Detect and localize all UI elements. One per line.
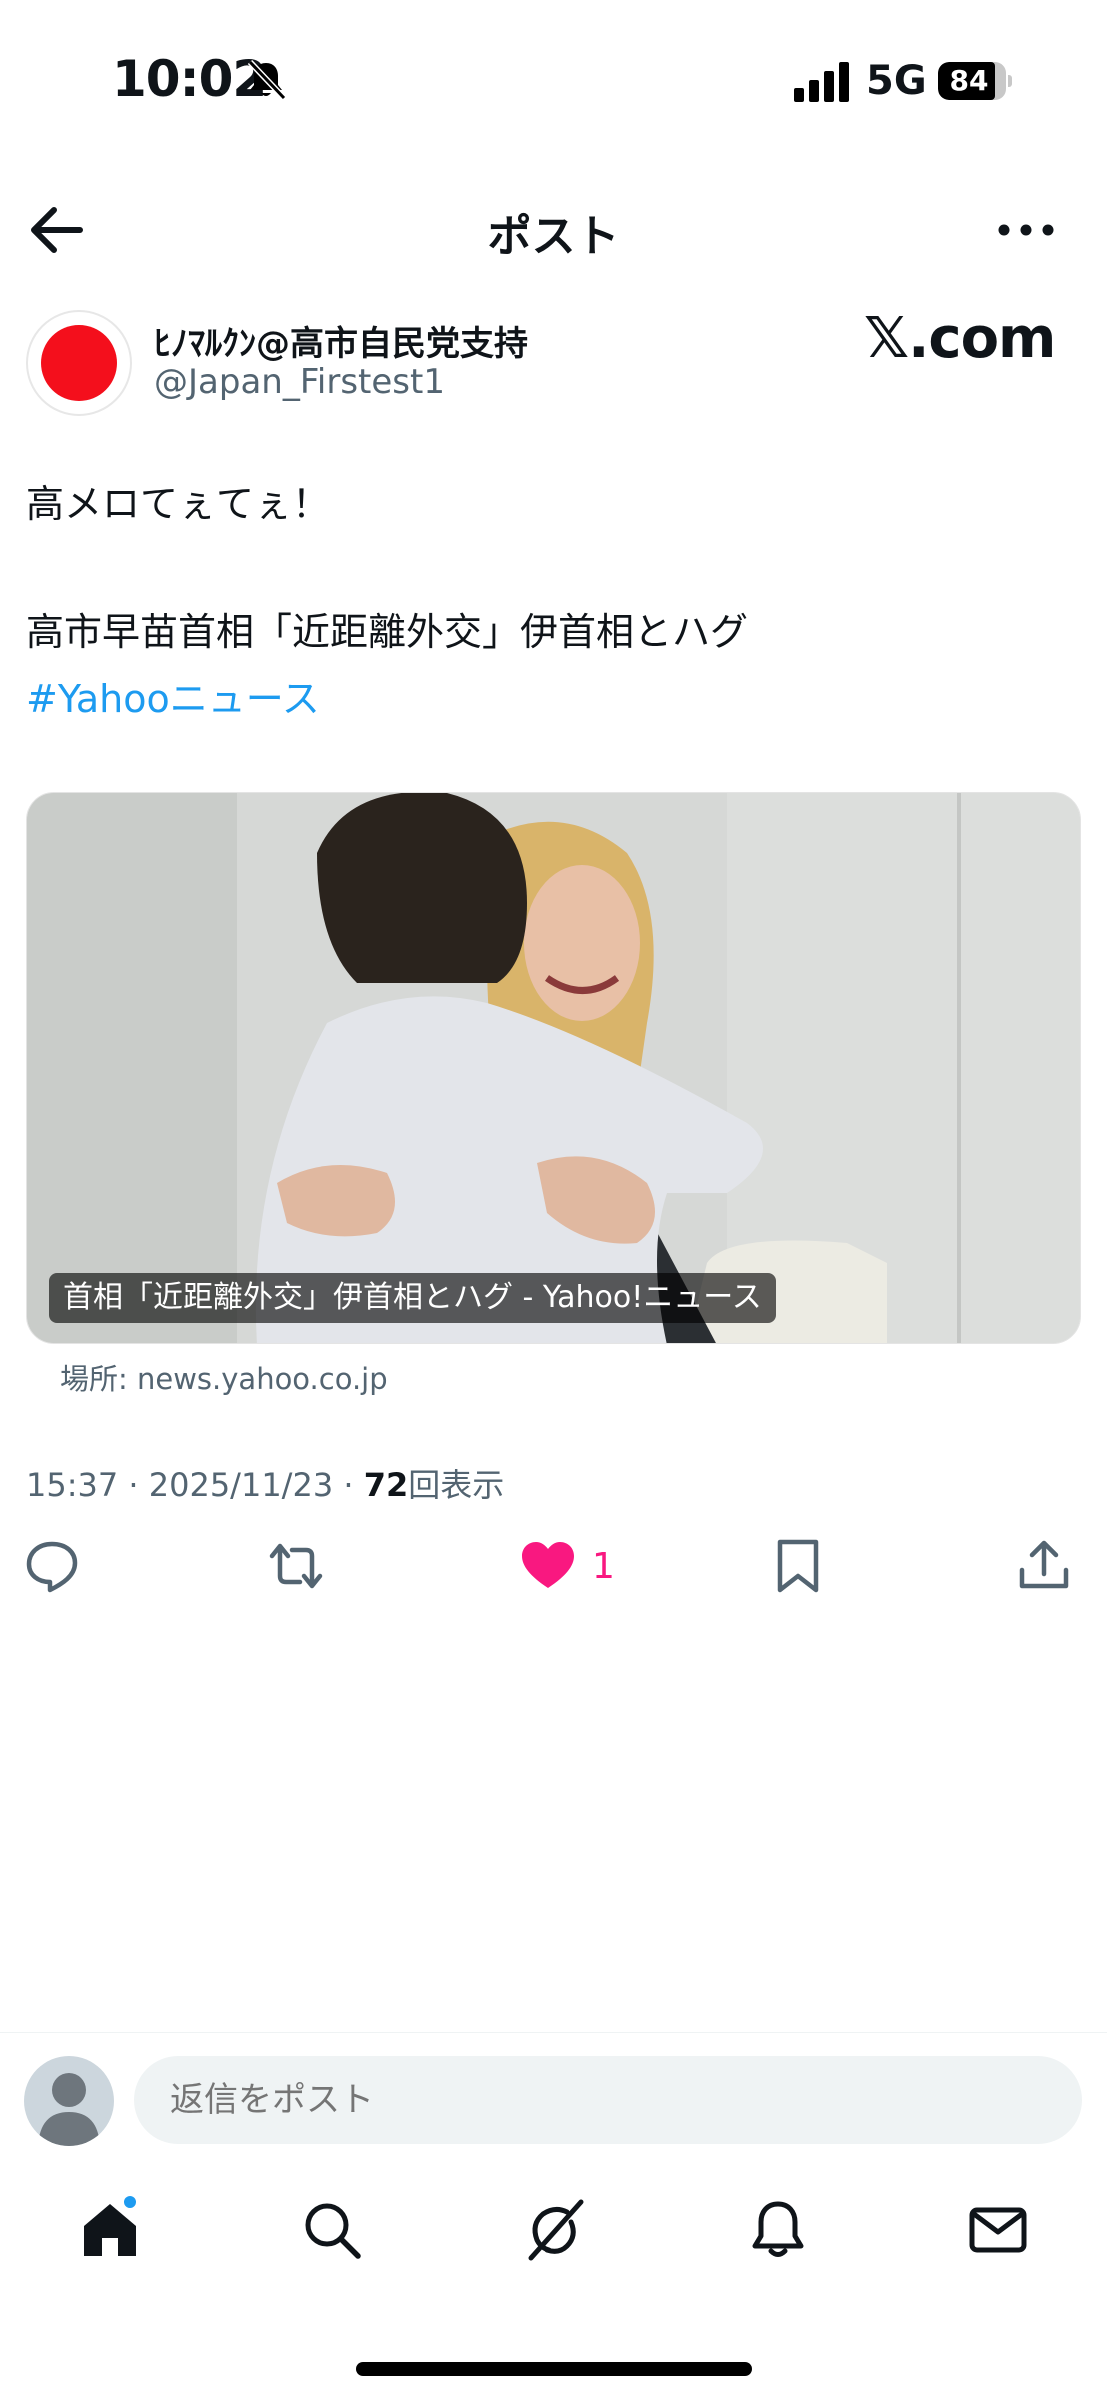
default-avatar-icon: [38, 2073, 100, 2146]
view-count: 72: [363, 1466, 409, 1504]
bell-icon: [752, 2201, 804, 2257]
post-time: 15:37: [26, 1466, 119, 1504]
post-header: ポスト: [0, 190, 1107, 270]
notification-dot: [122, 2194, 138, 2210]
reply-icon: [26, 1541, 78, 1593]
reply-input[interactable]: [134, 2056, 1082, 2144]
view-count-label: 回表示: [408, 1466, 505, 1504]
nav-messages[interactable]: [958, 2190, 1038, 2270]
bookmark-icon: [777, 1539, 819, 1593]
hashtag-link[interactable]: #Yahooニュース: [26, 668, 320, 723]
post-text-line-2: 高市早苗首相「近距離外交」伊首相とハグ: [26, 610, 749, 654]
battery-icon: 84: [938, 62, 1012, 100]
more-options-icon[interactable]: [996, 212, 1056, 248]
news-photo: [27, 793, 1080, 1343]
post-text-line-1: 高メロてぇてぇ！: [26, 482, 331, 526]
post-date: 2025/11/23: [148, 1466, 334, 1504]
nav-home[interactable]: [70, 2190, 150, 2270]
japan-flag-icon: [41, 325, 117, 401]
heart-filled-icon: [522, 1542, 574, 1588]
meta-separator: ·: [128, 1466, 139, 1504]
nav-explore[interactable]: [292, 2190, 372, 2270]
search-icon: [305, 2203, 361, 2259]
share-icon: [1019, 1540, 1069, 1589]
post-meta: 15:37 · 2025/11/23 · 72回表示: [26, 1460, 504, 1506]
author-avatar[interactable]: [26, 310, 132, 416]
user-avatar[interactable]: [24, 2056, 114, 2146]
reply-button[interactable]: [24, 1538, 80, 1602]
signal-icon: [794, 62, 849, 102]
grok-icon: [528, 2199, 584, 2261]
nav-grok[interactable]: [515, 2190, 595, 2270]
network-label: 5G: [866, 58, 927, 104]
meta-separator: ·: [343, 1466, 354, 1504]
card-source: 場所: news.yahoo.co.jp: [60, 1362, 388, 1396]
xcom-badge: 𝕏.com: [864, 306, 1056, 371]
home-indicator: [356, 2362, 752, 2376]
bottom-nav: [0, 2190, 1107, 2280]
action-bar: 1: [0, 1538, 1107, 1602]
link-card[interactable]: 首相「近距離外交」伊首相とハグ - Yahoo!ニュース: [26, 792, 1081, 1344]
card-caption: 首相「近距離外交」伊首相とハグ - Yahoo!ニュース: [49, 1273, 776, 1323]
status-bar: 10:02 5G 84: [0, 0, 1107, 160]
battery-level: 84: [949, 64, 989, 97]
author-handle[interactable]: @Japan_Firstest1: [154, 362, 445, 402]
page-title: ポスト: [487, 211, 620, 262]
like-count: 1: [592, 1546, 615, 1587]
bookmark-button[interactable]: [770, 1538, 826, 1602]
bell-off-icon: [247, 59, 287, 101]
like-button[interactable]: 1: [520, 1538, 640, 1602]
mail-icon: [969, 2207, 1027, 2253]
repost-button[interactable]: [268, 1538, 324, 1602]
repost-icon: [269, 1543, 323, 1589]
share-button[interactable]: [1016, 1538, 1072, 1602]
divider: [0, 2032, 1107, 2033]
author-display-name[interactable]: ﾋﾉﾏﾙｸﾝ@高市自民党支持: [154, 316, 528, 365]
nav-notifications[interactable]: [738, 2190, 818, 2270]
